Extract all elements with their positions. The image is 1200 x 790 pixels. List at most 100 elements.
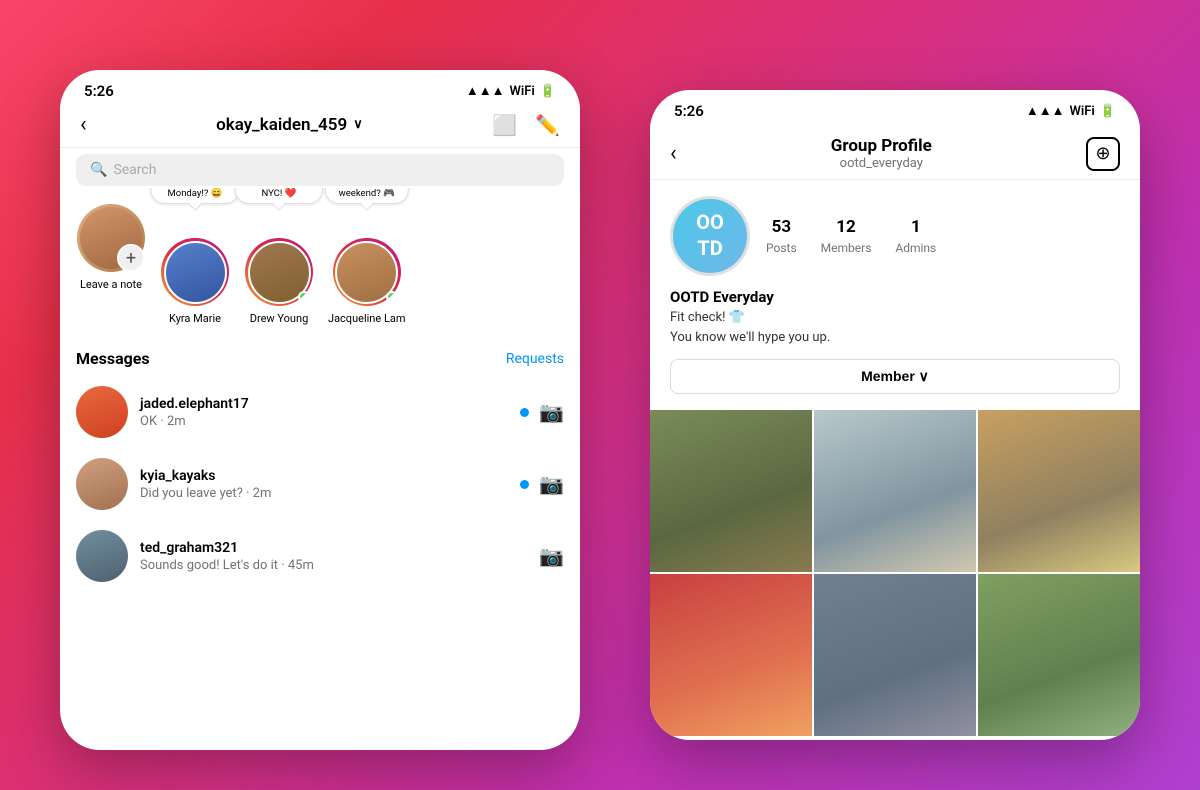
battery-icon: 🔋 bbox=[540, 84, 556, 99]
nav-username[interactable]: okay_kaiden_459 bbox=[216, 115, 347, 135]
story-item-self[interactable]: + Leave a note bbox=[76, 204, 146, 325]
stat-members-value: 12 bbox=[821, 217, 872, 237]
story-note-kyra: Why is tomorrowMonday!? 😄 bbox=[150, 188, 239, 204]
stat-members-label: Members bbox=[821, 241, 872, 255]
msg-content-0: jaded.elephant17 OK · 2m bbox=[140, 396, 508, 429]
stat-posts: 53 Posts bbox=[766, 217, 797, 256]
unread-dot-1 bbox=[520, 480, 529, 489]
unread-dot-0 bbox=[520, 408, 529, 417]
group-nav-center: Group Profile ootd_everyday bbox=[831, 136, 932, 171]
message-item-2[interactable]: ted_graham321 Sounds good! Let's do it ·… bbox=[76, 520, 564, 592]
back-button-left[interactable]: ‹ bbox=[80, 112, 87, 137]
search-icon: 🔍 bbox=[90, 162, 107, 178]
status-icons-right: ▲▲▲ WiFi 🔋 bbox=[1026, 103, 1116, 119]
story-avatar-drew bbox=[245, 238, 313, 306]
status-bar-left: 5:26 ▲▲▲ WiFi 🔋 bbox=[60, 70, 580, 106]
group-avatar: OOTD bbox=[670, 196, 750, 276]
time-left: 5:26 bbox=[84, 82, 114, 100]
story-avatar-wrap-self: + bbox=[77, 204, 145, 272]
messages-title: Messages bbox=[76, 349, 150, 368]
story-note-jacqueline: Game night thisweekend? 🎮 bbox=[324, 188, 409, 204]
left-phone: 5:26 ▲▲▲ WiFi 🔋 ‹ okay_kaiden_459 ∨ ⬜ ✏️… bbox=[60, 70, 580, 750]
msg-preview-1: Did you leave yet? · 2m bbox=[140, 486, 508, 501]
online-dot-drew bbox=[298, 291, 310, 303]
back-button-right[interactable]: ‹ bbox=[670, 141, 677, 166]
search-placeholder: Search bbox=[113, 162, 156, 178]
wifi-icon: WiFi bbox=[509, 84, 534, 99]
signal-icon-right: ▲▲▲ bbox=[1026, 103, 1065, 119]
msg-content-2: ted_graham321 Sounds good! Let's do it ·… bbox=[140, 540, 527, 573]
stat-admins-label: Admins bbox=[895, 241, 936, 255]
camera-icon-1[interactable]: 📷 bbox=[539, 472, 564, 496]
group-stats: 53 Posts 12 Members 1 Admins bbox=[766, 217, 936, 256]
msg-actions-0: 📷 bbox=[520, 400, 564, 424]
add-story-button[interactable]: + bbox=[117, 244, 145, 272]
story-label-jacqueline: Jacqueline Lam bbox=[328, 312, 406, 325]
wifi-icon-right: WiFi bbox=[1069, 104, 1094, 119]
camera-icon-2[interactable]: 📷 bbox=[539, 544, 564, 568]
group-nav-subtitle: ootd_everyday bbox=[831, 156, 932, 171]
group-bio-line2: You know we'll hype you up. bbox=[670, 330, 830, 345]
status-icons-left: ▲▲▲ WiFi 🔋 bbox=[466, 83, 556, 99]
group-nav-title: Group Profile bbox=[831, 136, 932, 156]
photo-cell-2[interactable] bbox=[814, 410, 976, 572]
battery-icon-right: 🔋 bbox=[1100, 104, 1116, 119]
msg-avatar-2 bbox=[76, 530, 128, 582]
story-item-jacqueline[interactable]: Game night thisweekend? 🎮 Jacqueline Lam bbox=[328, 204, 406, 325]
msg-actions-1: 📷 bbox=[520, 472, 564, 496]
stat-posts-value: 53 bbox=[766, 217, 797, 237]
nav-icons-right: ⬜ ✏️ bbox=[492, 113, 560, 137]
story-avatar-kyra bbox=[161, 238, 229, 306]
stories-row: + Leave a note Why is tomorrowMonday!? 😄… bbox=[60, 188, 580, 335]
video-icon[interactable]: ⬜ bbox=[492, 113, 517, 137]
story-item-drew[interactable]: Finally landing inNYC! ❤️ Drew Young bbox=[244, 204, 314, 325]
camera-icon-0[interactable]: 📷 bbox=[539, 400, 564, 424]
search-bar[interactable]: 🔍 Search bbox=[76, 154, 564, 186]
photo-cell-3[interactable] bbox=[978, 410, 1140, 572]
stat-admins: 1 Admins bbox=[895, 217, 936, 256]
member-button-label: Member ∨ bbox=[861, 368, 929, 385]
photo-grid bbox=[650, 410, 1140, 736]
photo-cell-4[interactable] bbox=[650, 574, 812, 736]
stat-admins-value: 1 bbox=[895, 217, 936, 237]
group-avatar-text: OOTD bbox=[696, 210, 724, 260]
story-label-kyra: Kyra Marie bbox=[169, 312, 221, 325]
chevron-down-icon: ∨ bbox=[353, 117, 363, 132]
msg-avatar-1 bbox=[76, 458, 128, 510]
group-name: OOTD Everyday bbox=[670, 288, 1120, 306]
group-description: OOTD Everyday Fit check! 👕 You know we'l… bbox=[670, 288, 1120, 347]
story-note-drew: Finally landing inNYC! ❤️ bbox=[235, 188, 323, 204]
messages-header: Messages Requests bbox=[76, 339, 564, 376]
photo-cell-6[interactable] bbox=[978, 574, 1140, 736]
group-info-row: OOTD 53 Posts 12 Members 1 Admins bbox=[670, 196, 1120, 276]
msg-username-1: kyia_kayaks bbox=[140, 468, 508, 484]
story-label-drew: Drew Young bbox=[250, 312, 309, 325]
msg-avatar-0 bbox=[76, 386, 128, 438]
message-item-1[interactable]: kyia_kayaks Did you leave yet? · 2m 📷 bbox=[76, 448, 564, 520]
time-right: 5:26 bbox=[674, 102, 704, 120]
nav-center-left: okay_kaiden_459 ∨ bbox=[216, 115, 363, 135]
group-nav: ‹ Group Profile ootd_everyday ⊕ bbox=[650, 126, 1140, 180]
stat-posts-label: Posts bbox=[766, 241, 797, 255]
photo-cell-5[interactable] bbox=[814, 574, 976, 736]
msg-preview-2: Sounds good! Let's do it · 45m bbox=[140, 558, 527, 573]
online-dot-jacqueline bbox=[386, 291, 398, 303]
message-item-0[interactable]: jaded.elephant17 OK · 2m 📷 bbox=[76, 376, 564, 448]
requests-link[interactable]: Requests bbox=[506, 351, 564, 367]
messages-section: Messages Requests jaded.elephant17 OK · … bbox=[60, 339, 580, 592]
group-profile-section: OOTD 53 Posts 12 Members 1 Admins bbox=[650, 180, 1140, 410]
group-bio: Fit check! 👕 You know we'll hype you up. bbox=[670, 308, 1120, 347]
add-square-button[interactable]: ⊕ bbox=[1086, 137, 1120, 171]
edit-icon[interactable]: ✏️ bbox=[535, 113, 560, 137]
member-button[interactable]: Member ∨ bbox=[670, 359, 1120, 394]
msg-content-1: kyia_kayaks Did you leave yet? · 2m bbox=[140, 468, 508, 501]
signal-icon: ▲▲▲ bbox=[466, 83, 505, 99]
stat-members: 12 Members bbox=[821, 217, 872, 256]
story-avatar-jacqueline bbox=[333, 238, 401, 306]
msg-username-0: jaded.elephant17 bbox=[140, 396, 508, 412]
story-item-kyra[interactable]: Why is tomorrowMonday!? 😄 Kyra Marie bbox=[160, 204, 230, 325]
group-bio-line1: Fit check! 👕 bbox=[670, 310, 745, 325]
status-bar-right: 5:26 ▲▲▲ WiFi 🔋 bbox=[650, 90, 1140, 126]
story-label-self: Leave a note bbox=[80, 278, 142, 291]
photo-cell-1[interactable] bbox=[650, 410, 812, 572]
